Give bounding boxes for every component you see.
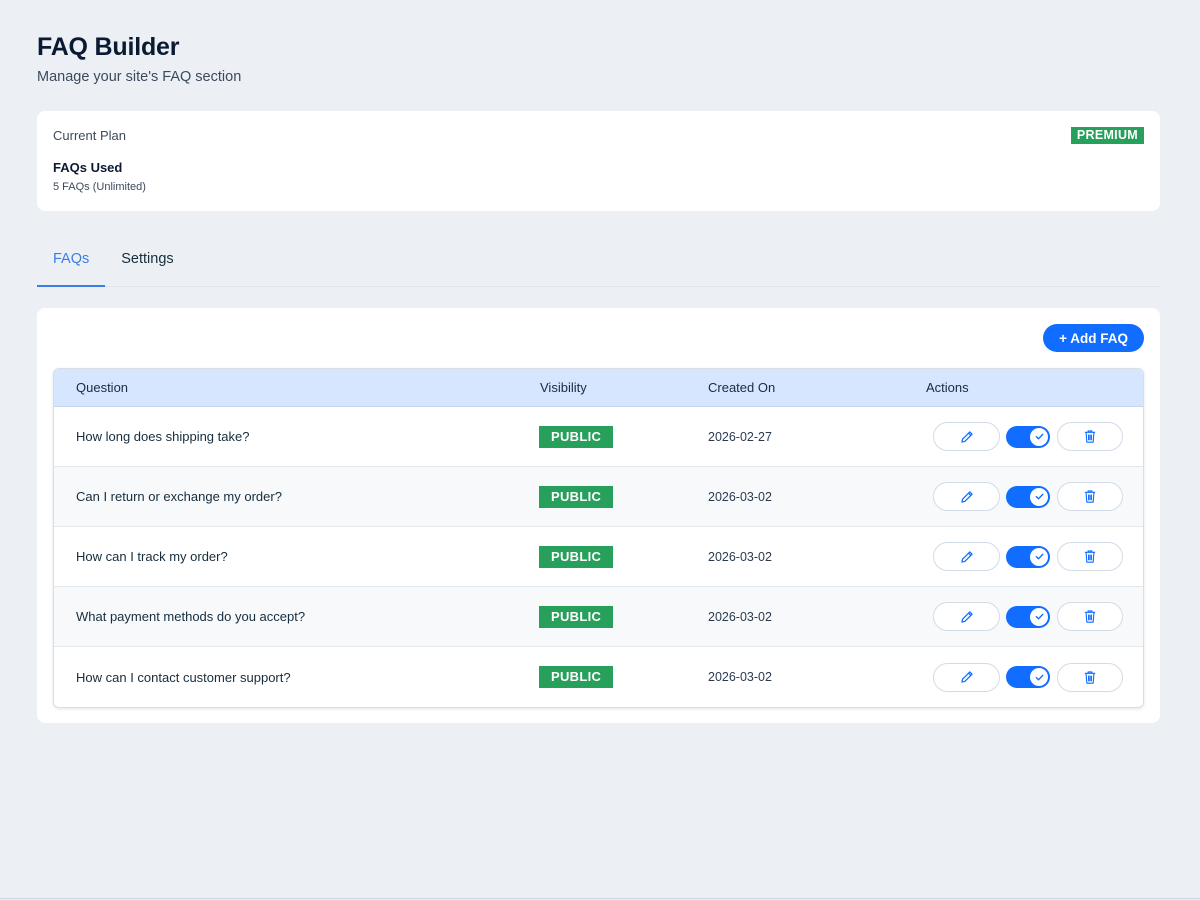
pencil-icon — [960, 430, 973, 443]
tab-faqs[interactable]: FAQs — [37, 239, 106, 287]
delete-button[interactable] — [1057, 542, 1123, 571]
pencil-icon — [960, 671, 973, 683]
column-header-actions: Actions — [926, 380, 969, 395]
visibility-cell: PUBLIC — [539, 545, 708, 568]
trash-icon — [1084, 670, 1096, 684]
delete-button[interactable] — [1057, 662, 1123, 692]
visibility-toggle[interactable] — [1006, 666, 1050, 688]
delete-button[interactable] — [1057, 422, 1123, 451]
toggle-knob — [1030, 427, 1048, 446]
edit-button[interactable] — [933, 602, 1000, 631]
faq-table: Question Visibility Created On Actions H… — [53, 368, 1144, 708]
visibility-badge: PUBLIC — [539, 485, 614, 508]
table-header: Question Visibility Created On Actions — [54, 369, 1143, 407]
faq-builder-page: FAQ Builder Manage your site's FAQ secti… — [0, 0, 1200, 723]
toggle-knob — [1030, 668, 1048, 686]
delete-button[interactable] — [1057, 482, 1123, 511]
check-icon — [1035, 613, 1043, 620]
visibility-badge: PUBLIC — [539, 666, 614, 688]
visibility-badge: PUBLIC — [539, 425, 614, 448]
visibility-badge: PUBLIC — [539, 545, 614, 568]
edit-button[interactable] — [933, 542, 1000, 571]
pencil-icon — [960, 490, 973, 503]
column-header-visibility: Visibility — [540, 380, 587, 395]
table-row: How can I track my order? PUBLIC 2026-03… — [54, 527, 1143, 587]
visibility-cell: PUBLIC — [539, 666, 708, 688]
visibility-cell: PUBLIC — [539, 485, 708, 508]
visibility-cell: PUBLIC — [539, 425, 708, 448]
created-date: 2026-02-27 — [708, 429, 772, 444]
faq-question: Can I return or exchange my order? — [76, 489, 282, 504]
toolbar: + Add FAQ — [53, 324, 1144, 368]
faqs-used-title: FAQs Used — [53, 160, 123, 175]
faqs-used-value: 5 FAQs (Unlimited) — [53, 181, 146, 193]
created-date: 2026-03-02 — [708, 609, 772, 624]
check-icon — [1035, 493, 1043, 500]
column-header-question: Question — [76, 380, 129, 395]
visibility-toggle[interactable] — [1006, 605, 1050, 628]
edit-button[interactable] — [933, 422, 1000, 451]
visibility-toggle[interactable] — [1006, 545, 1050, 568]
edit-button[interactable] — [933, 482, 1000, 511]
visibility-cell: PUBLIC — [539, 605, 708, 628]
table-body: How long does shipping take? PUBLIC 2026… — [54, 407, 1143, 707]
pencil-icon — [960, 550, 973, 563]
faq-list-card: + Add FAQ Question Visibility Created On… — [37, 308, 1160, 723]
faq-question: What payment methods do you accept? — [76, 609, 306, 624]
delete-button[interactable] — [1057, 602, 1123, 631]
trash-icon — [1084, 430, 1096, 443]
check-icon — [1035, 433, 1043, 440]
page-title: FAQ Builder — [37, 33, 180, 61]
visibility-toggle[interactable] — [1006, 485, 1050, 508]
faq-question: How long does shipping take? — [76, 429, 250, 444]
bottom-divider — [0, 898, 1200, 899]
trash-icon — [1084, 610, 1096, 623]
plan-card: Current Plan PREMIUM FAQs Used 5 FAQs (U… — [37, 111, 1160, 211]
toggle-knob — [1030, 487, 1048, 506]
table-row: How can I contact customer support? PUBL… — [54, 647, 1143, 707]
tab-bar: FAQs Settings — [37, 239, 1160, 287]
tab-settings[interactable]: Settings — [105, 239, 189, 286]
pencil-icon — [960, 610, 973, 623]
plan-badge: PREMIUM — [1070, 127, 1144, 144]
check-icon — [1035, 674, 1043, 680]
row-actions — [926, 662, 1143, 692]
row-actions — [926, 482, 1143, 511]
created-date: 2026-03-02 — [708, 670, 772, 684]
created-date: 2026-03-02 — [708, 549, 772, 564]
table-row: What payment methods do you accept? PUBL… — [54, 587, 1143, 647]
row-actions — [926, 602, 1143, 631]
row-actions — [926, 422, 1143, 451]
column-header-created: Created On — [708, 380, 776, 395]
visibility-badge: PUBLIC — [539, 605, 614, 628]
created-date: 2026-03-02 — [708, 489, 772, 504]
toggle-knob — [1030, 547, 1048, 566]
table-row: How long does shipping take? PUBLIC 2026… — [54, 407, 1143, 467]
faq-question: How can I track my order? — [76, 549, 228, 564]
trash-icon — [1084, 550, 1096, 563]
faq-question: How can I contact customer support? — [76, 669, 291, 685]
toggle-knob — [1030, 607, 1048, 626]
table-row: Can I return or exchange my order? PUBLI… — [54, 467, 1143, 527]
check-icon — [1035, 553, 1043, 560]
visibility-toggle[interactable] — [1006, 425, 1050, 448]
plan-label: Current Plan — [53, 128, 126, 143]
row-actions — [926, 542, 1143, 571]
edit-button[interactable] — [933, 662, 1000, 692]
page-subtitle: Manage your site's FAQ section — [37, 69, 242, 85]
trash-icon — [1084, 490, 1096, 503]
add-faq-button[interactable]: + Add FAQ — [1043, 324, 1144, 352]
